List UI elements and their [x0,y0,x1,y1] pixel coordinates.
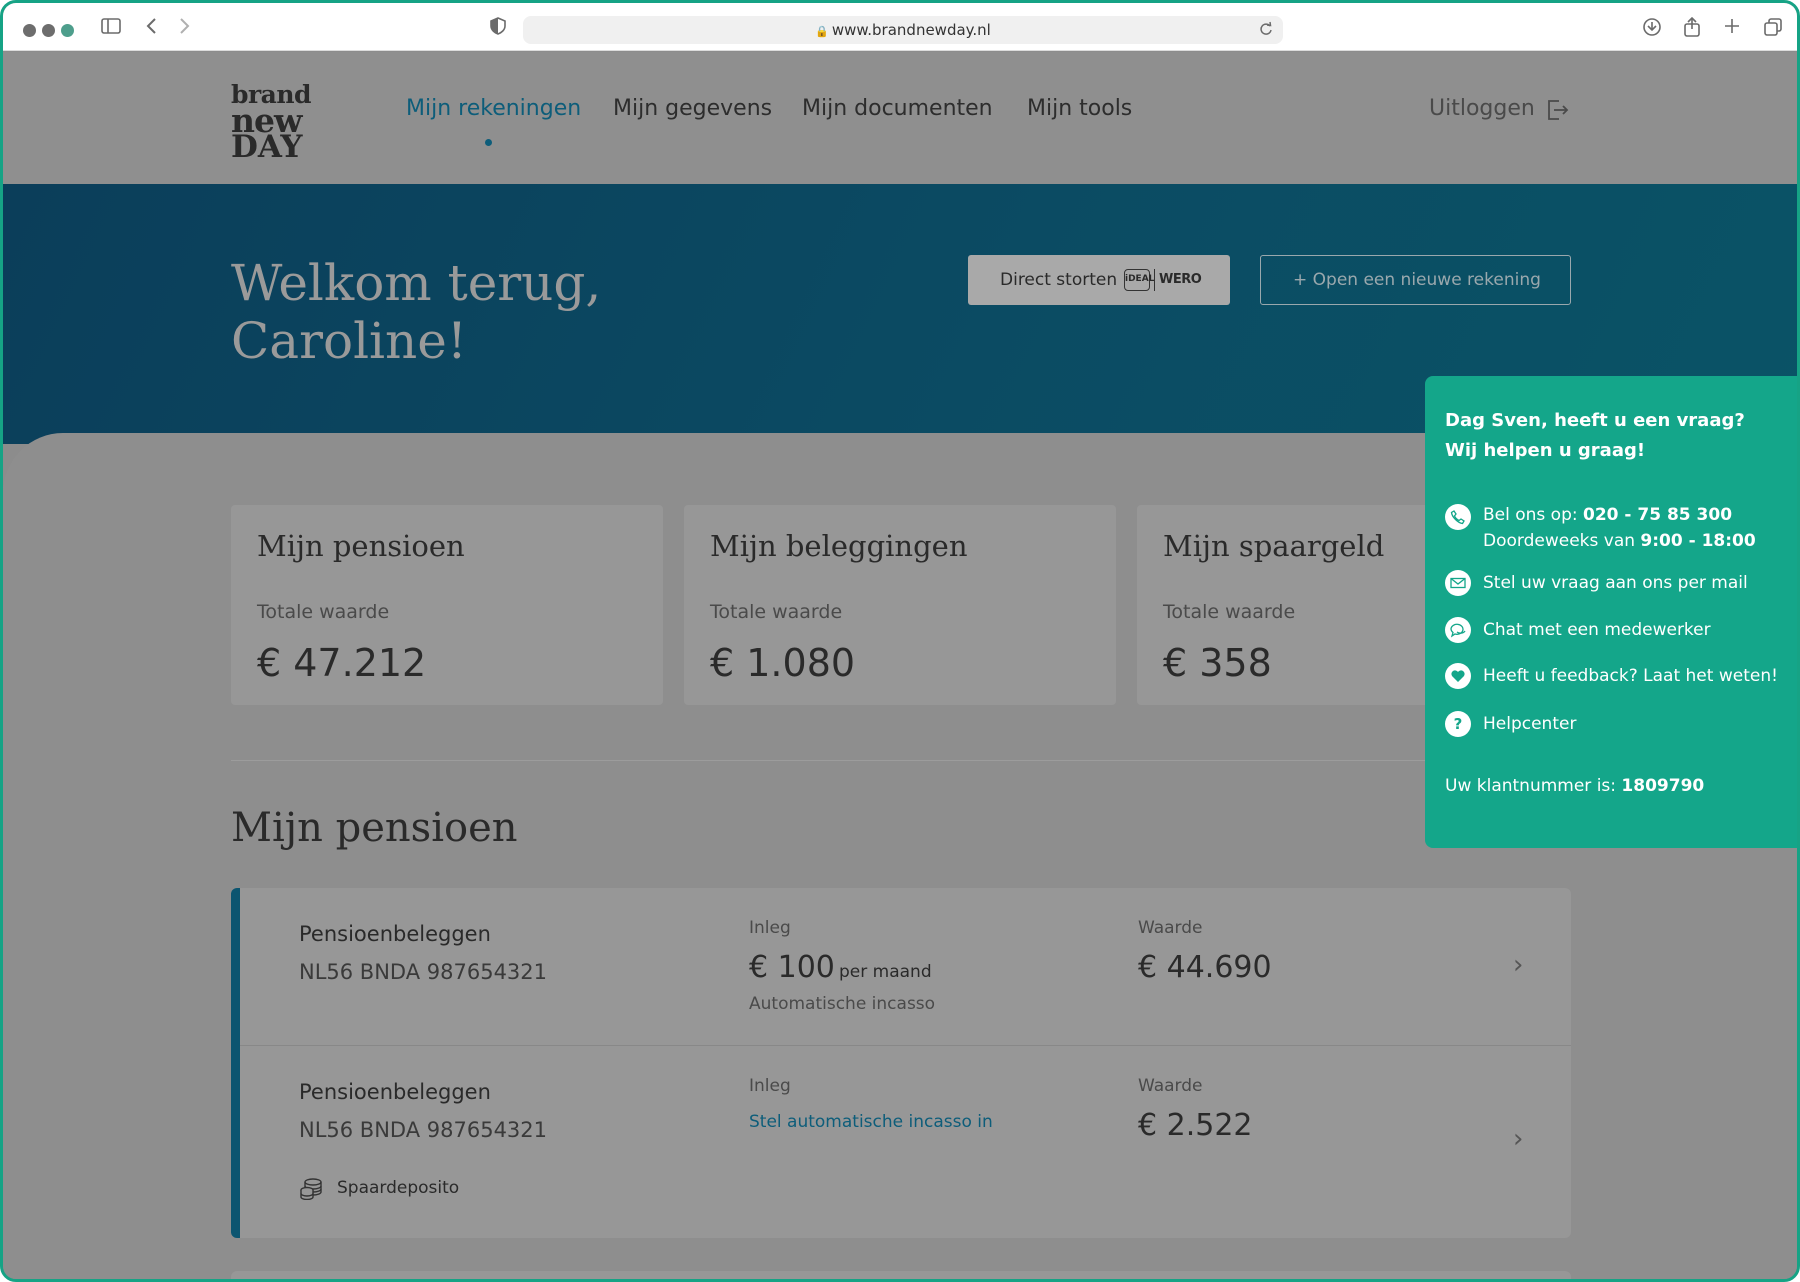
customer-number-prefix: Uw klantnummer is: [1445,776,1622,796]
help-mail-link[interactable]: Stel uw vraag aan ons per mail [1483,570,1748,596]
inleg-label: Inleg [749,1076,791,1096]
sidebar-toggle-icon[interactable] [101,17,121,40]
address-bar[interactable]: 🔒 www.brandnewday.nl [523,16,1283,44]
waarde-amount: € 44.690 [1138,950,1272,985]
forward-arrow-icon[interactable] [178,17,190,40]
logo-line-3: DAY [231,129,303,165]
mail-icon [1445,570,1471,596]
card-pension[interactable]: Mijn pensioen Totale waarde € 47.212 [231,505,663,705]
site-header: brand new DAY Mijn rekeningen Mijn gegev… [3,52,1797,184]
section-divider [231,760,1571,761]
reload-icon[interactable] [1259,21,1273,41]
phone-icon [1445,504,1471,530]
card-label: Totale waarde [257,601,390,623]
card-label: Totale waarde [710,601,843,623]
coins-icon [299,1178,323,1201]
zoom-window-button[interactable] [61,24,74,37]
inleg-amount: € 100 [749,950,835,985]
nav-mijn-rekeningen[interactable]: Mijn rekeningen [406,96,581,121]
pension-section-title: Mijn pensioen [231,805,518,851]
welcome-line-1: Welkom terug, [231,254,602,312]
privacy-shield-icon[interactable] [490,17,506,40]
url-text: www.brandnewday.nl [831,21,991,39]
help-call[interactable]: Bel ons op: 020 - 75 85 300 Doordeweeks … [1483,502,1756,554]
new-tab-icon[interactable] [1723,17,1741,40]
opening-hours: 9:00 - 18:00 [1640,531,1756,551]
tab-overview-icon[interactable] [1763,17,1783,42]
browser-window: 🔒 www.brandnewday.nl brand new DAY Mijn r… [0,0,1800,1282]
welcome-heading: Welkom terug, Caroline! [231,254,751,370]
share-icon[interactable] [1683,16,1701,42]
minimize-window-button[interactable] [42,24,55,37]
chat-icon [1445,617,1471,643]
active-nav-indicator [485,139,492,146]
help-panel: Dag Sven, heeft u een vraag? Wij helpen … [1425,376,1797,848]
chevron-right-icon[interactable]: › [1513,950,1523,980]
brand-logo[interactable]: brand new DAY [231,82,312,165]
card-investments[interactable]: Mijn beleggingen Totale waarde € 1.080 [684,505,1116,705]
welcome-line-2: Caroline! [231,312,467,370]
help-title-line-1: Dag Sven, heeft u een vraag? [1445,410,1745,431]
card-title: Mijn spaargeld [1163,529,1385,563]
waarde-amount: € 2.522 [1138,1108,1253,1143]
open-new-account-label: + Open een nieuwe rekening [1293,270,1541,290]
open-new-account-button[interactable]: + Open een nieuwe rekening [1260,255,1571,305]
customer-number-text: Uw klantnummer is: 1809790 [1445,776,1704,796]
account-separator [240,1045,1571,1046]
wero-logo-icon: WERO [1154,269,1202,291]
close-window-button[interactable] [23,24,36,37]
logout-link[interactable]: Uitloggen [1429,96,1535,121]
heart-icon [1445,663,1471,689]
help-title: Dag Sven, heeft u een vraag? Wij helpen … [1445,406,1745,466]
account-name: Pensioenbeleggen [299,922,491,946]
waarde-label: Waarde [1138,1076,1203,1096]
back-arrow-icon[interactable] [146,17,158,40]
card-title: Mijn beleggingen [710,529,968,563]
call-prefix: Bel ons op: [1483,505,1584,525]
account-iban: NL56 BNDA 987654321 [299,960,548,984]
card-title: Mijn pensioen [257,529,465,563]
help-chat-link[interactable]: Chat met een medewerker [1483,617,1711,643]
account-tag: Spaardeposito [337,1178,460,1198]
download-icon[interactable] [1642,17,1662,42]
card-value: € 47.212 [257,641,427,685]
card-value: € 358 [1163,641,1272,685]
help-helpcenter-link[interactable]: Helpcenter [1483,711,1576,737]
hours-prefix: Doordeweeks van [1483,531,1641,551]
chevron-right-icon[interactable]: › [1513,1124,1523,1154]
pension-account-list: Pensioenbeleggen NL56 BNDA 987654321 Inl… [231,888,1571,1238]
nav-mijn-gegevens[interactable]: Mijn gegevens [613,96,772,121]
logout-icon[interactable] [1545,98,1569,122]
direct-deposit-label: Direct storten [1000,270,1118,290]
account-iban: NL56 BNDA 987654321 [299,1118,548,1142]
setup-direct-debit-link[interactable]: Stel automatische incasso in [749,1112,993,1132]
inleg-period: per maand [839,962,932,982]
call-number[interactable]: 020 - 75 85 300 [1583,505,1732,525]
inleg-label: Inleg [749,918,791,938]
next-account-card [231,1271,1571,1279]
account-accent-bar [231,888,240,1238]
inleg-note: Automatische incasso [749,994,936,1014]
help-title-line-2: Wij helpen u graag! [1445,440,1646,461]
nav-mijn-documenten[interactable]: Mijn documenten [802,96,993,121]
browser-toolbar: 🔒 www.brandnewday.nl [3,3,1797,51]
waarde-label: Waarde [1138,918,1203,938]
help-feedback-link[interactable]: Heeft u feedback? Laat het weten! [1483,663,1778,689]
lock-icon: 🔒 [815,25,829,38]
question-mark-icon: ? [1445,711,1471,737]
card-label: Totale waarde [1163,601,1296,623]
ideal-logo-icon: iDEAL [1124,269,1154,291]
customer-number: 1809790 [1621,776,1705,796]
nav-mijn-tools[interactable]: Mijn tools [1027,96,1132,121]
direct-deposit-button[interactable]: Direct storten iDEAL WERO [968,255,1230,305]
account-name: Pensioenbeleggen [299,1080,491,1104]
card-value: € 1.080 [710,641,856,685]
